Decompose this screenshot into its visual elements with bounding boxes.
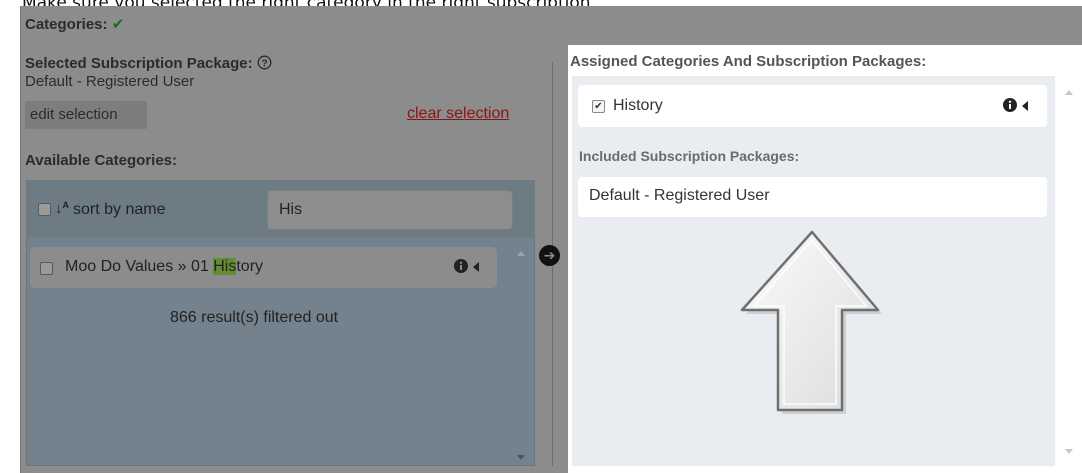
arrow-right-circle-icon[interactable]: ➔ bbox=[539, 245, 560, 266]
caret-left-icon[interactable] bbox=[472, 262, 480, 272]
sort-by-name-label[interactable]: sort by name bbox=[73, 201, 165, 219]
filtered-count-text: 866 result(s) filtered out bbox=[170, 309, 339, 326]
clear-selection-link[interactable]: clear selection bbox=[407, 105, 509, 123]
scroll-up-icon[interactable] bbox=[517, 251, 525, 256]
caret-left-icon[interactable] bbox=[1021, 101, 1029, 111]
edit-selection-button[interactable]: edit selection bbox=[25, 101, 147, 129]
subscription-heading: Selected Subscription Package: ? bbox=[25, 55, 272, 72]
page-left-margin bbox=[0, 6, 20, 473]
categories-heading: Categories: ✔ bbox=[25, 15, 124, 33]
check-icon: ✔ bbox=[111, 16, 125, 33]
assigned-scrollbar[interactable] bbox=[1055, 76, 1082, 466]
help-icon[interactable]: ? bbox=[257, 55, 272, 72]
result-path-text: Moo Do Values » 01 bbox=[65, 258, 214, 275]
scroll-up-icon[interactable] bbox=[1065, 90, 1073, 95]
category-search-input[interactable] bbox=[267, 190, 513, 230]
subscription-label: Selected Subscription Package: bbox=[25, 55, 253, 72]
assigned-heading: Assigned Categories And Subscription Pac… bbox=[570, 53, 927, 70]
info-icon[interactable] bbox=[454, 259, 468, 273]
big-up-arrow-icon bbox=[740, 230, 882, 414]
sort-alpha-icon: ↓A bbox=[55, 200, 69, 217]
assigned-item-label: History bbox=[613, 97, 663, 114]
left-border-line bbox=[20, 6, 21, 473]
available-categories-heading: Available Categories: bbox=[25, 152, 177, 169]
available-scrollbar[interactable] bbox=[508, 240, 534, 466]
included-packages-heading: Included Subscription Packages: bbox=[579, 148, 800, 164]
assigned-item-actions[interactable] bbox=[1003, 97, 1029, 115]
categories-label: Categories: bbox=[25, 16, 108, 33]
select-all-checkbox[interactable] bbox=[38, 203, 51, 216]
result-suffix-text: tory bbox=[236, 258, 264, 275]
info-icon[interactable] bbox=[1003, 98, 1017, 112]
assigned-item-checkbox[interactable]: ✔ bbox=[592, 100, 605, 113]
svg-text:?: ? bbox=[261, 59, 267, 70]
item-checkbox[interactable] bbox=[40, 262, 53, 275]
scroll-down-icon[interactable] bbox=[1065, 449, 1073, 454]
result-item-label: Moo Do Values » 01 History bbox=[65, 258, 263, 276]
search-match-highlight: His bbox=[213, 258, 237, 275]
package-label: Default - Registered User bbox=[589, 187, 770, 204]
scroll-down-icon[interactable] bbox=[517, 455, 525, 460]
item-actions[interactable] bbox=[454, 258, 480, 276]
selected-subscription-value: Default - Registered User bbox=[25, 73, 195, 90]
